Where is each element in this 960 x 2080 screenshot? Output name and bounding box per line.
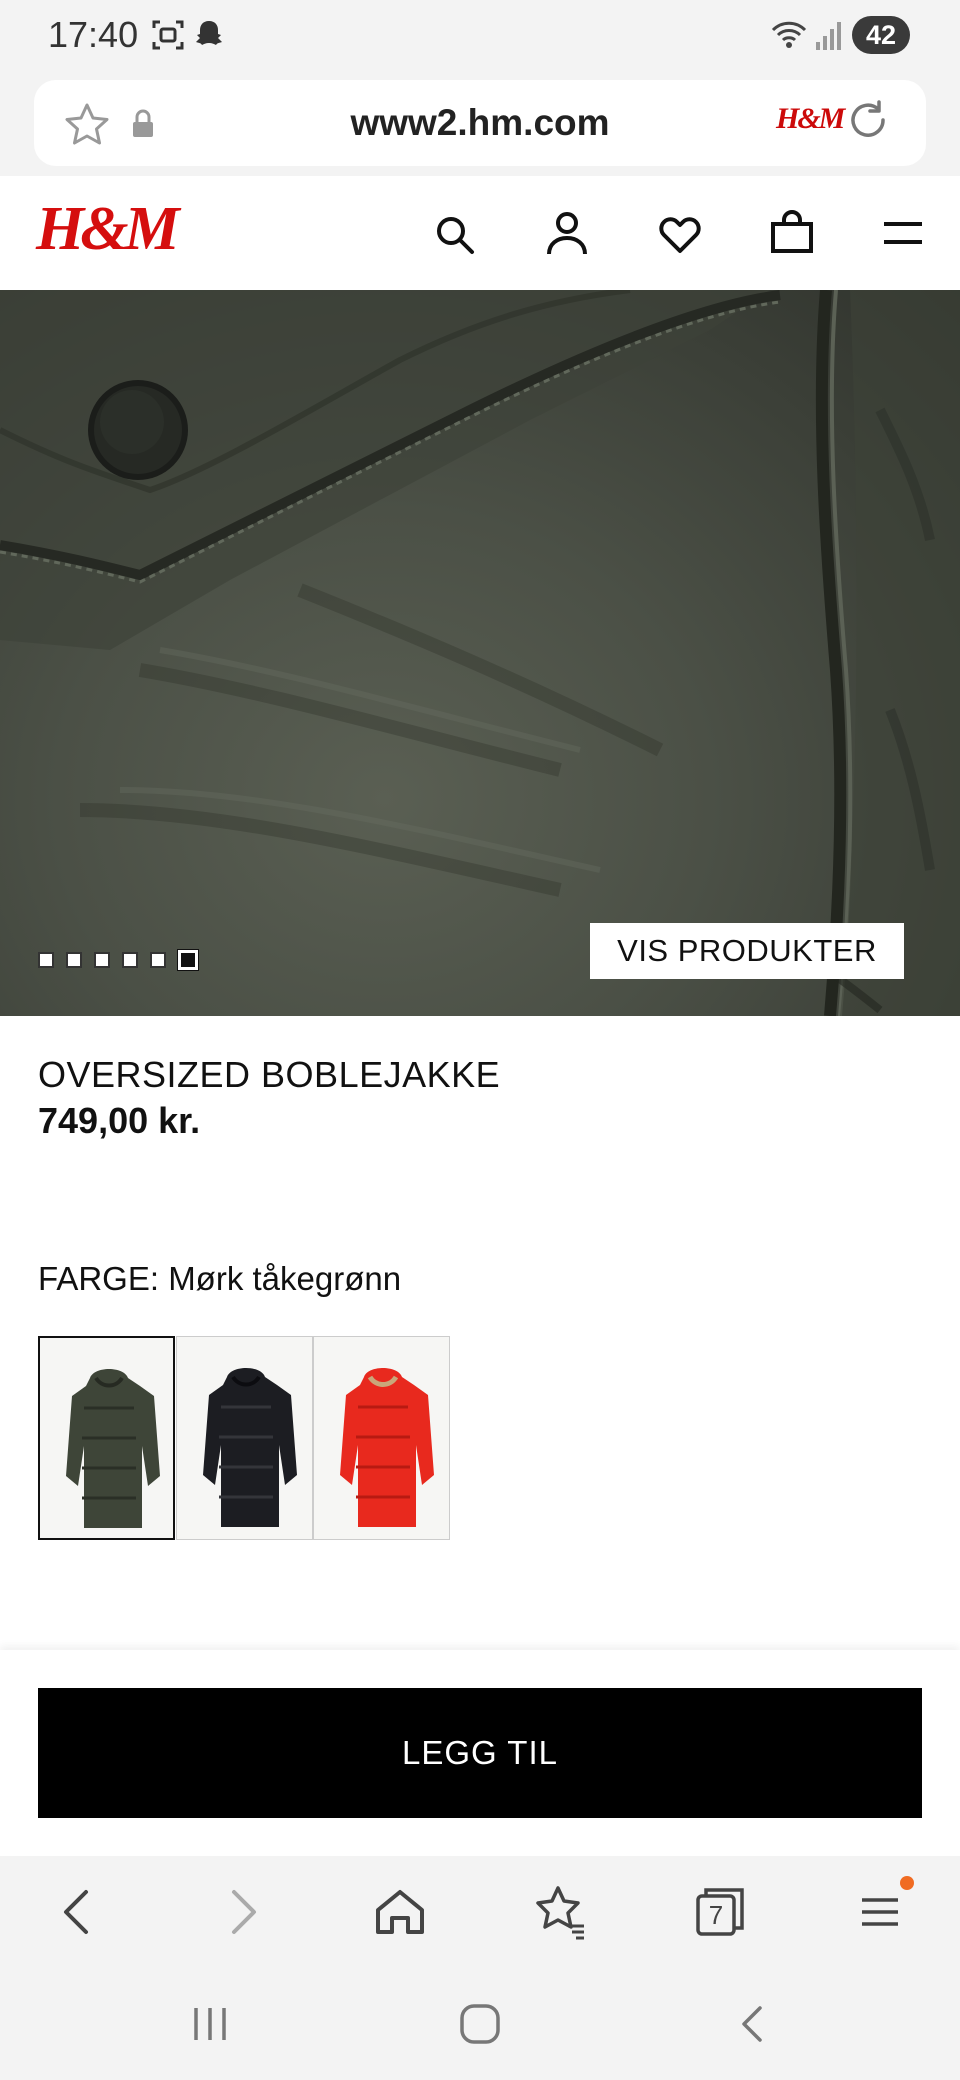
shopping-bag-icon[interactable]: [770, 210, 814, 254]
wifi-icon: [771, 21, 807, 48]
add-to-cart-button[interactable]: LEGG TIL: [38, 1688, 922, 1818]
carousel-dot[interactable]: [94, 952, 110, 968]
bookmark-star-icon[interactable]: [64, 102, 110, 146]
bookmarks-icon[interactable]: [528, 1880, 592, 1944]
notification-badge: [900, 1876, 914, 1890]
status-bar: 17:40 42: [0, 0, 960, 72]
product-price: 749,00 kr.: [38, 1100, 201, 1141]
view-products-button[interactable]: VIS PRODUKTER: [590, 923, 904, 979]
recent-apps-icon[interactable]: [188, 2004, 232, 2044]
site-favicon: H&M: [776, 102, 845, 135]
search-icon[interactable]: [434, 214, 476, 256]
browser-menu-icon[interactable]: [848, 1880, 912, 1944]
product-hero-image[interactable]: VIS PRODUKTER: [0, 290, 960, 1016]
system-back-icon[interactable]: [732, 2004, 772, 2044]
signal-icon: [816, 22, 841, 50]
home-icon[interactable]: [368, 1880, 432, 1944]
hm-logo[interactable]: H&M: [36, 194, 180, 265]
snapchat-icon: [196, 21, 222, 45]
carousel-dot-active[interactable]: [177, 949, 199, 971]
forward-icon[interactable]: [210, 1880, 274, 1944]
carousel-dot[interactable]: [122, 952, 138, 968]
color-swatch-dark-green[interactable]: [38, 1336, 175, 1540]
screenshot-icon: [152, 20, 184, 50]
jacket-thumbnail-red: [340, 1368, 434, 1527]
jacket-thumbnail-black: [203, 1368, 297, 1527]
site-header: H&M: [0, 176, 960, 290]
carousel-dot[interactable]: [150, 952, 166, 968]
tabs-count: 7: [708, 1900, 724, 1930]
tabs-button[interactable]: 7: [688, 1880, 752, 1944]
system-nav-bar: [0, 1968, 960, 2080]
color-label: FARGE: Mørk tåkegrønn: [38, 1260, 402, 1297]
account-icon[interactable]: [546, 210, 588, 256]
battery-indicator: 42: [852, 16, 910, 54]
url-bar[interactable]: www2.hm.com H&M: [34, 80, 926, 166]
carousel-dot[interactable]: [66, 952, 82, 968]
color-swatch-red[interactable]: [313, 1336, 450, 1540]
menu-icon[interactable]: [882, 220, 924, 246]
back-icon[interactable]: [46, 1880, 110, 1944]
jacket-closeup-image: [0, 290, 960, 1016]
home-button-icon[interactable]: [458, 2002, 502, 2046]
carousel-dot[interactable]: [38, 952, 54, 968]
status-time: 17:40: [48, 14, 139, 55]
color-swatch-black[interactable]: [176, 1336, 313, 1540]
jacket-thumbnail-green: [66, 1369, 160, 1528]
product-name: OVERSIZED BOBLEJAKKE: [38, 1054, 501, 1095]
browser-bottom-nav: [0, 1856, 960, 1968]
heart-icon[interactable]: [658, 214, 702, 254]
lock-icon: [133, 109, 153, 137]
reload-icon[interactable]: [846, 100, 892, 146]
